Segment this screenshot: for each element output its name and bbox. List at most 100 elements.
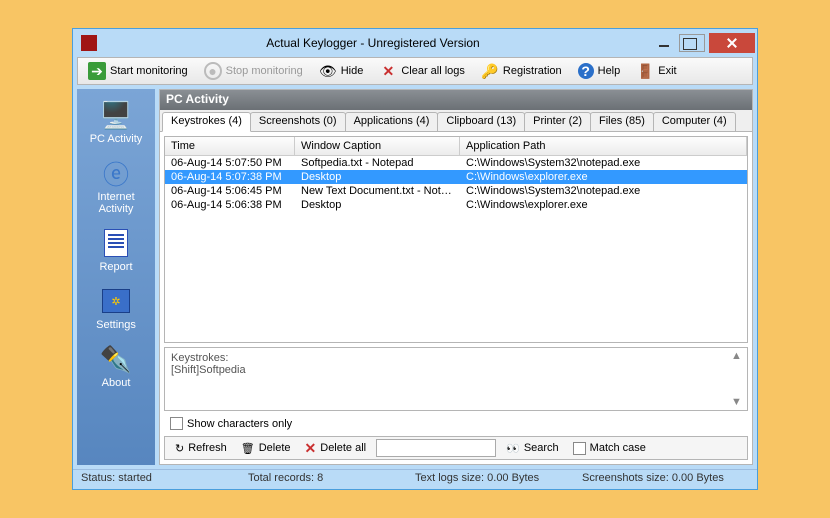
refresh-button[interactable]: ↻ Refresh (171, 440, 231, 457)
help-label: Help (598, 65, 621, 77)
about-icon: ✒️ (100, 343, 132, 375)
status-text: Status: started (81, 472, 248, 487)
sidebar-label: About (102, 377, 131, 389)
sidebar-item-report[interactable]: Report (80, 223, 152, 277)
main-panel: PC Activity Keystrokes (4)Screenshots (0… (159, 89, 753, 465)
cell-time: 06-Aug-14 5:07:50 PM (165, 156, 295, 170)
bottom-toolbar: ↻ Refresh 🗑 Delete ✕ Delete all 👀 Search (164, 436, 748, 460)
sidebar-item-pc-activity[interactable]: 🖥️ PC Activity (80, 95, 152, 149)
titlebar: Actual Keylogger - Unregistered Version (73, 29, 757, 57)
eye-icon: 👁 (319, 62, 337, 80)
tab-4[interactable]: Printer (2) (524, 112, 591, 131)
binoculars-icon: 👀 (506, 442, 520, 455)
x-icon: ✕ (379, 62, 397, 80)
registration-label: Registration (503, 65, 562, 77)
exit-label: Exit (658, 65, 676, 77)
tab-1[interactable]: Screenshots (0) (250, 112, 346, 131)
col-path[interactable]: Application Path (460, 137, 747, 155)
app-icon (81, 35, 97, 51)
registration-button[interactable]: 🔑 Registration (475, 60, 568, 82)
table-row[interactable]: 06-Aug-14 5:06:45 PMNew Text Document.tx… (165, 184, 747, 198)
table-row[interactable]: 06-Aug-14 5:07:50 PMSoftpedia.txt - Note… (165, 156, 747, 170)
sidebar: 🖥️ PC Activity ⓔ Internet Activity Repor… (77, 89, 155, 465)
delete-all-label: Delete all (320, 442, 366, 454)
settings-icon: ✲ (100, 285, 132, 317)
table-row[interactable]: 06-Aug-14 5:07:38 PMDesktopC:\Windows\ex… (165, 170, 747, 184)
detail-line1: Keystrokes: (171, 352, 741, 364)
minimize-button[interactable] (649, 33, 679, 53)
tab-3[interactable]: Clipboard (13) (437, 112, 525, 131)
key-icon: 🔑 (481, 62, 499, 80)
stop-label: Stop monitoring (226, 65, 303, 77)
keystrokes-table: Time Window Caption Application Path 06-… (164, 136, 748, 343)
content-area: 🖥️ PC Activity ⓔ Internet Activity Repor… (77, 89, 753, 465)
match-case-control[interactable]: Match case (569, 440, 650, 457)
col-time[interactable]: Time (165, 137, 295, 155)
show-chars-row: Show characters only (160, 415, 752, 436)
sidebar-item-settings[interactable]: ✲ Settings (80, 281, 152, 335)
screenshots-size: Screenshots size: 0.00 Bytes (582, 472, 749, 487)
sidebar-item-about[interactable]: ✒️ About (80, 339, 152, 393)
close-button[interactable] (709, 33, 755, 53)
clear-logs-button[interactable]: ✕ Clear all logs (373, 60, 471, 82)
scroll-down-icon[interactable]: ▼ (731, 396, 745, 408)
cell-caption: Desktop (295, 198, 460, 212)
sidebar-item-internet-activity[interactable]: ⓔ Internet Activity (80, 153, 152, 219)
detail-scrollbar[interactable]: ▲▼ (731, 350, 745, 408)
tab-2[interactable]: Applications (4) (345, 112, 439, 131)
search-button[interactable]: 👀 Search (502, 440, 563, 457)
search-input[interactable] (376, 439, 496, 457)
cell-caption: New Text Document.txt - Note... (295, 184, 460, 198)
cell-time: 06-Aug-14 5:07:38 PM (165, 170, 295, 184)
statusbar: Status: started Total records: 8 Text lo… (73, 469, 757, 489)
hide-label: Hide (341, 65, 364, 77)
help-icon: ? (578, 63, 594, 79)
exit-icon: 🚪 (636, 62, 654, 80)
stop-monitoring-button: ● Stop monitoring (198, 60, 309, 82)
exit-button[interactable]: 🚪 Exit (630, 60, 682, 82)
help-button[interactable]: ? Help (572, 61, 627, 81)
delete-all-button[interactable]: ✕ Delete all (301, 438, 371, 459)
total-records: Total records: 8 (248, 472, 415, 487)
monitor-icon: 🖥️ (100, 99, 132, 131)
cell-path: C:\Windows\explorer.exe (460, 198, 747, 212)
x-icon: ✕ (305, 440, 317, 457)
cell-path: C:\Windows\explorer.exe (460, 170, 747, 184)
search-label: Search (524, 442, 559, 454)
cell-time: 06-Aug-14 5:06:45 PM (165, 184, 295, 198)
show-chars-checkbox[interactable] (170, 417, 183, 430)
match-case-checkbox[interactable] (573, 442, 586, 455)
tab-strip: Keystrokes (4)Screenshots (0)Application… (160, 110, 752, 132)
hide-button[interactable]: 👁 Hide (313, 60, 370, 82)
app-window: Actual Keylogger - Unregistered Version … (72, 28, 758, 490)
stop-icon: ● (204, 62, 222, 80)
cell-path: C:\Windows\System32\notepad.exe (460, 184, 747, 198)
start-monitoring-button[interactable]: ➔ Start monitoring (82, 60, 194, 82)
window-title: Actual Keylogger - Unregistered Version (97, 36, 649, 50)
cell-caption: Desktop (295, 170, 460, 184)
sidebar-label: Report (99, 261, 132, 273)
table-row[interactable]: 06-Aug-14 5:06:38 PMDesktopC:\Windows\ex… (165, 198, 747, 212)
col-caption[interactable]: Window Caption (295, 137, 460, 155)
tab-6[interactable]: Computer (4) (653, 112, 736, 131)
sidebar-label: Settings (96, 319, 136, 331)
scroll-up-icon[interactable]: ▲ (731, 350, 745, 362)
cell-path: C:\Windows\System32\notepad.exe (460, 156, 747, 170)
clear-label: Clear all logs (401, 65, 465, 77)
tab-0[interactable]: Keystrokes (4) (162, 112, 251, 132)
panel-title: PC Activity (160, 90, 752, 110)
refresh-icon: ↻ (175, 442, 184, 455)
play-icon: ➔ (88, 62, 106, 80)
table-body: 06-Aug-14 5:07:50 PMSoftpedia.txt - Note… (165, 156, 747, 342)
sidebar-label: PC Activity (90, 133, 143, 145)
report-icon (100, 227, 132, 259)
window-controls (649, 33, 755, 53)
maximize-button[interactable] (679, 34, 705, 52)
delete-button[interactable]: 🗑 Delete (237, 440, 295, 457)
table-header: Time Window Caption Application Path (165, 137, 747, 156)
tab-5[interactable]: Files (85) (590, 112, 654, 131)
sidebar-label: Internet Activity (80, 191, 152, 215)
cell-caption: Softpedia.txt - Notepad (295, 156, 460, 170)
detail-line2: [Shift]Softpedia (171, 364, 741, 376)
keystrokes-detail: Keystrokes: [Shift]Softpedia ▲▼ (164, 347, 748, 411)
